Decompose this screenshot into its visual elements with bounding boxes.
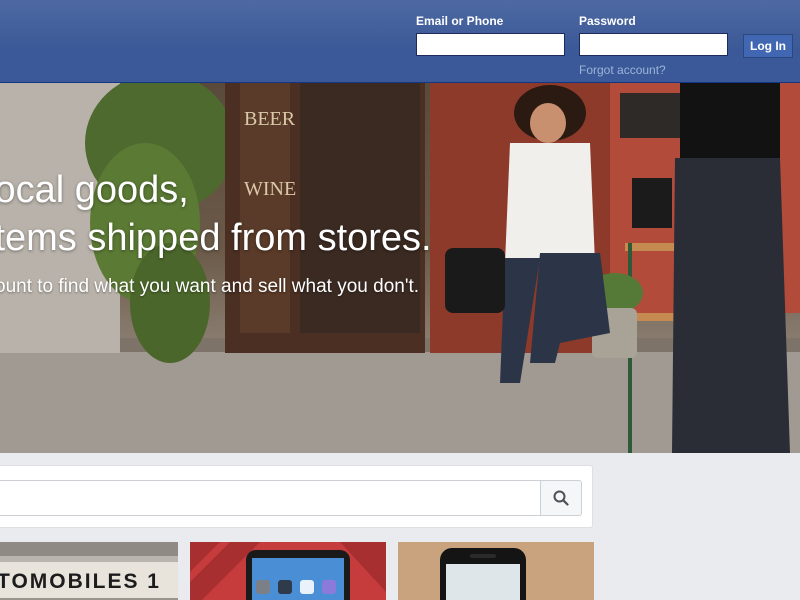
product-image <box>398 542 594 600</box>
search-icon <box>553 490 569 506</box>
search-card <box>0 465 593 528</box>
product-sign-text: TOMOBILES 1 <box>0 570 161 593</box>
password-field-group: Password <box>579 14 728 56</box>
hero-banner: BEER WINE local goods, items shipped fro… <box>0 83 800 453</box>
svg-text:WINE: WINE <box>244 178 296 200</box>
hero-headline-line-2: items shipped from stores. <box>0 217 432 259</box>
password-label: Password <box>579 14 636 28</box>
marketplace-search-input[interactable] <box>0 480 540 516</box>
hero-photo: BEER WINE <box>0 83 800 453</box>
email-label: Email or Phone <box>416 14 504 28</box>
forgot-account-link[interactable]: Forgot account? <box>579 63 666 77</box>
login-button[interactable]: Log In <box>743 34 793 58</box>
top-bar: Email or Phone Password Log In Forgot ac… <box>0 0 800 83</box>
hero-headline-line-1: local goods, <box>0 169 189 211</box>
product-card[interactable] <box>190 542 386 600</box>
product-card[interactable] <box>398 542 594 600</box>
svg-text:BEER: BEER <box>244 108 296 130</box>
hero-subheading: ount to find what you want and sell what… <box>0 276 420 297</box>
product-card[interactable]: TOMOBILES 1 <box>0 542 178 600</box>
search-button[interactable] <box>540 480 582 516</box>
email-input[interactable] <box>416 33 565 56</box>
password-input[interactable] <box>579 33 728 56</box>
email-field-group: Email or Phone <box>416 14 565 56</box>
product-image <box>190 542 386 600</box>
